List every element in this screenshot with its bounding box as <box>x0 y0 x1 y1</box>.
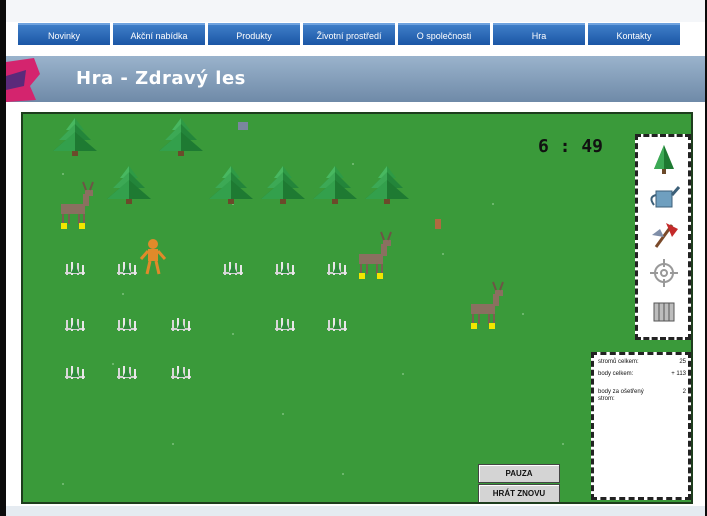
nav-tab-o-spolecnosti[interactable]: O společnosti <box>398 23 490 45</box>
stat-label: stromů celkem: <box>598 359 639 365</box>
tree[interactable] <box>209 166 253 204</box>
sapling[interactable] <box>116 317 138 333</box>
deer[interactable] <box>470 281 504 330</box>
sapling[interactable] <box>116 365 138 381</box>
deer[interactable] <box>358 231 392 280</box>
nav-spacer <box>6 47 705 56</box>
sapling[interactable] <box>64 317 86 333</box>
pause-button[interactable]: PAUZA <box>478 464 560 483</box>
forest-worker[interactable] <box>139 239 167 275</box>
watering-can-icon[interactable] <box>648 181 680 213</box>
stat-value: 2 <box>682 389 686 395</box>
nav-tab-kontakty[interactable]: Kontakty <box>588 23 680 45</box>
game-board[interactable]: 6 : 49 stromů celkem: 25 body celkem: + … <box>21 112 693 504</box>
stat-value: 25 <box>679 359 686 365</box>
tool-palette <box>635 134 691 340</box>
play-again-button[interactable]: HRÁT ZNOVU <box>478 484 560 502</box>
sapling[interactable] <box>274 317 296 333</box>
tree[interactable] <box>313 166 357 204</box>
game-timer: 6 : 49 <box>538 136 604 157</box>
crosshair-icon[interactable] <box>648 257 680 289</box>
sapling[interactable] <box>326 317 348 333</box>
page-frame: Novinky Akční nabídka Produkty Životní p… <box>6 0 705 516</box>
title-bar: Hra - Zdravý les <box>6 56 705 102</box>
main-navigation: Novinky Akční nabídka Produkty Životní p… <box>18 23 683 47</box>
nav-tab-hra[interactable]: Hra <box>493 23 585 45</box>
nav-tab-akcni-nabidka[interactable]: Akční nabídka <box>113 23 205 45</box>
top-strip <box>6 0 705 22</box>
sapling[interactable] <box>274 261 296 277</box>
axe-icon[interactable] <box>648 219 680 251</box>
small-object <box>238 122 248 130</box>
tree[interactable] <box>53 118 97 156</box>
score-panel: stromů celkem: 25 body celkem: + 113 bod… <box>591 352 691 500</box>
footer-strip <box>6 506 705 516</box>
sapling[interactable] <box>326 261 348 277</box>
tree[interactable] <box>261 166 305 204</box>
sapling[interactable] <box>64 365 86 381</box>
nav-tab-produkty[interactable]: Produkty <box>208 23 300 45</box>
nav-tab-zivotni-prostredi[interactable]: Životní prostředí <box>303 23 395 45</box>
brand-logo-icon <box>6 58 40 102</box>
tree[interactable] <box>365 166 409 204</box>
nav-tab-novinky[interactable]: Novinky <box>18 23 110 45</box>
sapling[interactable] <box>222 261 244 277</box>
sapling[interactable] <box>116 261 138 277</box>
fence-icon[interactable] <box>648 295 680 327</box>
tree[interactable] <box>159 118 203 156</box>
sapling[interactable] <box>170 317 192 333</box>
page-title: Hra - Zdravý les <box>76 68 246 89</box>
tree-icon[interactable] <box>648 143 680 175</box>
stat-value: + 113 <box>671 371 686 377</box>
deer[interactable] <box>60 181 94 230</box>
stat-label: body celkem: <box>598 371 634 377</box>
stat-label: body za ošetřený strom: <box>598 389 644 402</box>
tree[interactable] <box>107 166 151 204</box>
tree-stump <box>435 219 441 229</box>
sapling[interactable] <box>170 365 192 381</box>
sapling[interactable] <box>64 261 86 277</box>
